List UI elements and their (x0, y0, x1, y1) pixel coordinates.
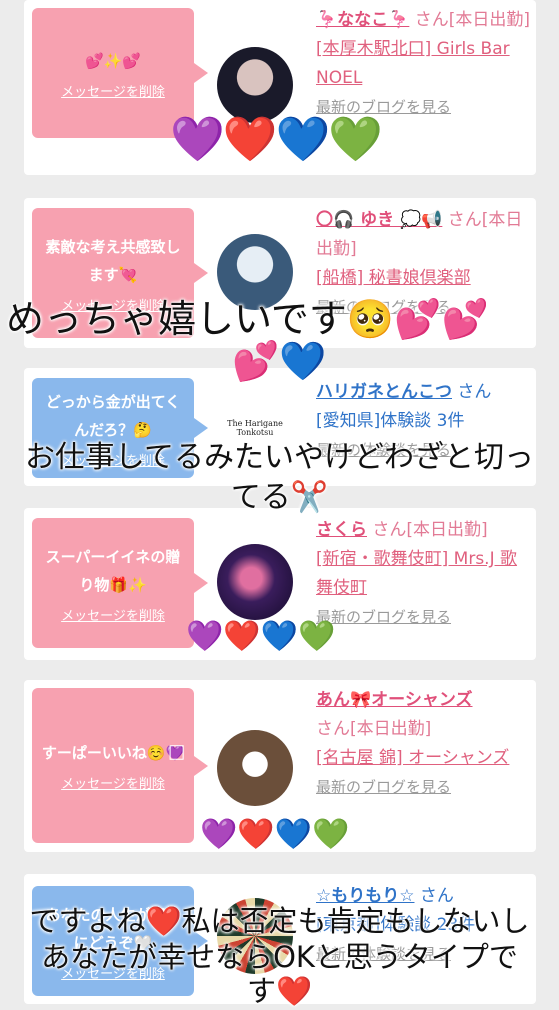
status-text: さん[本日出勤] (414, 10, 531, 30)
delete-message-link[interactable]: メッセージを削除 (61, 605, 165, 624)
hearts-sticker: 💜❤️💙💚 (170, 114, 383, 165)
shop-link[interactable]: [本厚木駅北口] Girls Bar NOEL (316, 39, 510, 88)
delete-message-link[interactable]: メッセージを削除 (61, 81, 165, 100)
message-text: すーぱーいいね☺️💜⃞ (41, 744, 185, 762)
hearts-sticker: 💕💙 (232, 339, 327, 383)
shop-link[interactable]: [船橋] 秘書娘倶楽部 (316, 268, 471, 288)
avatar[interactable] (217, 730, 293, 806)
delete-message-link[interactable]: メッセージを削除 (61, 773, 165, 792)
user-name-link[interactable]: ハリガネとんこつ (316, 382, 452, 402)
hearts-sticker: 💜❤️💙💚 (186, 619, 336, 654)
user-name-link[interactable]: さくら (316, 520, 367, 540)
message-bubble: すーぱーいいね☺️💜⃞ メッセージを削除 (32, 688, 208, 843)
status-text: さん (457, 382, 492, 402)
blog-link[interactable]: 最新のブログを見る (316, 608, 451, 626)
hearts-sticker: 💜❤️💙💚 (200, 817, 350, 852)
message-text: 💕✨💕 (84, 51, 142, 70)
overlay-caption: めっちゃ嬉しいです🥺💕💕 (6, 297, 489, 342)
message-text: 素敵な考え共感致します💘 (45, 237, 181, 284)
user-name-link[interactable]: 〇🎧 ゆき 💭📢 (316, 210, 442, 230)
message-text: スーパーイイネの贈り物🎁✨ (45, 547, 181, 594)
user-name-link[interactable]: あん🎀オーシャンズ (316, 690, 473, 710)
avatar[interactable] (217, 47, 293, 123)
shop-link[interactable]: [愛知県]体験談 3件 (316, 411, 464, 431)
message-bubble: スーパーイイネの贈り物🎁✨ メッセージを削除 (32, 518, 208, 648)
user-name-link[interactable]: 🦩ななこ🦩 (316, 10, 409, 30)
overlay-caption: てる✂️ (230, 480, 329, 516)
overlay-caption: お仕事してるみたいやけどわざと切っ (24, 440, 535, 476)
avatar[interactable] (217, 544, 293, 620)
status-text: さん[本日出勤] (372, 520, 488, 540)
blog-link[interactable]: 最新のブログを見る (316, 778, 451, 796)
status-text: さん[本日出勤] (316, 719, 432, 739)
shop-link[interactable]: [名古屋 錦] オーシャンズ (316, 748, 509, 768)
shop-link[interactable]: [新宿・歌舞伎町] Mrs.J 歌舞伎町 (316, 549, 517, 598)
overlay-caption: す❤️ (246, 974, 313, 1009)
